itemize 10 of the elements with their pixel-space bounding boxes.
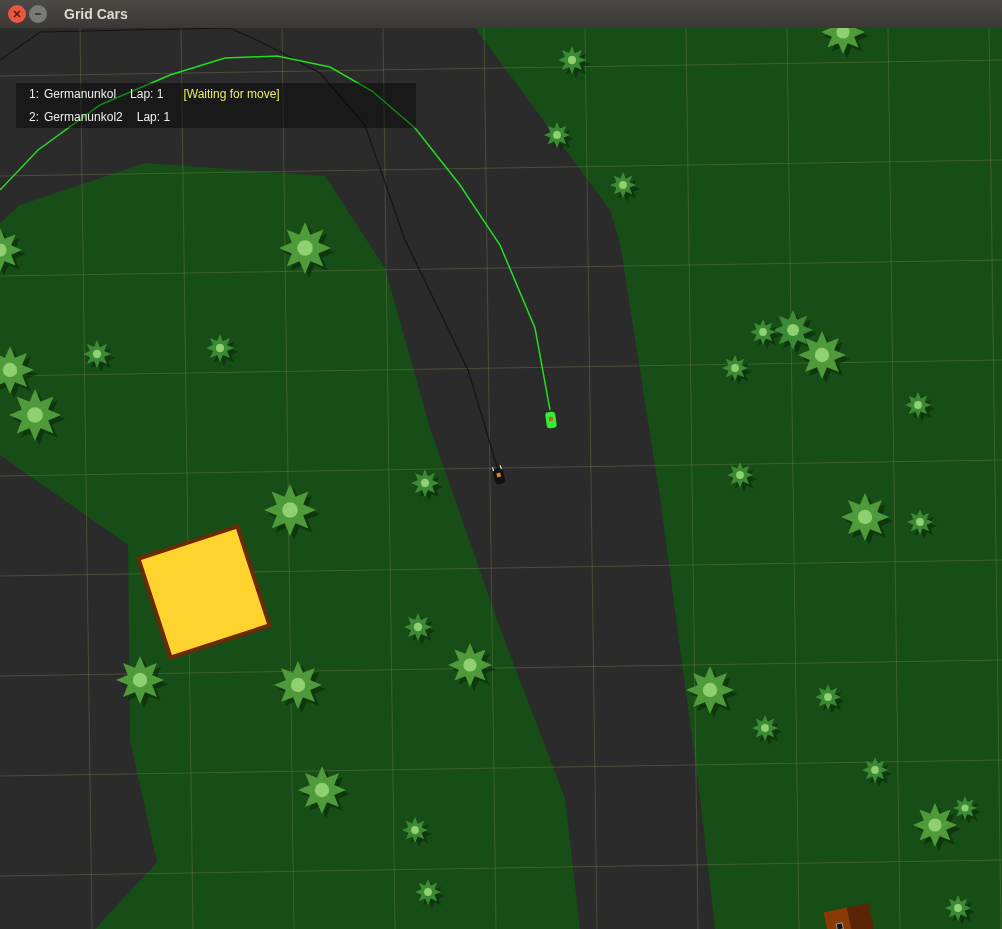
- window-title: Grid Cars: [64, 4, 128, 24]
- turn-status: [Waiting for move]: [183, 86, 280, 103]
- minimize-icon[interactable]: [29, 5, 47, 23]
- player-name: Germanunkol2: [44, 109, 123, 126]
- player-rank: 1:: [29, 86, 39, 103]
- lap-counter: Lap: 1: [130, 86, 164, 103]
- player-rank: 2:: [29, 109, 39, 126]
- close-icon[interactable]: [8, 5, 26, 23]
- lap-counter: Lap: 1: [136, 109, 171, 126]
- player-name: Germanunkol: [44, 86, 117, 103]
